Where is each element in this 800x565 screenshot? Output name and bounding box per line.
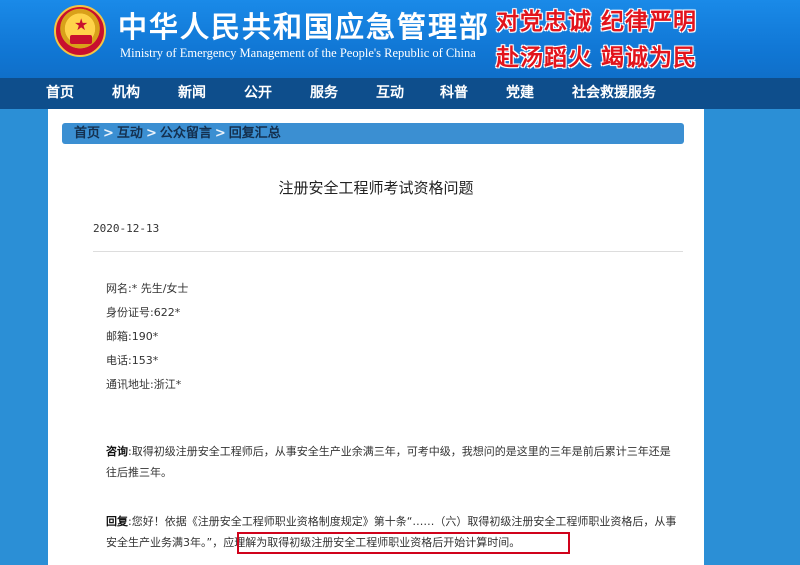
highlight-annotation-box <box>237 532 570 554</box>
info-phone: 电话:153* <box>106 354 159 367</box>
main-nav: 首页 机构 新闻 公开 服务 互动 科普 党建 社会救援服务 <box>0 78 800 109</box>
nav-item-news[interactable]: 新闻 <box>178 78 206 109</box>
question-text: :取得初级注册安全工程师后，从事安全生产业余满三年，可考中级，我想问的是这里的三… <box>106 445 671 479</box>
info-nickname: 网名:* 先生/女士 <box>106 282 189 295</box>
breadcrumb-public-messages[interactable]: 公众留言 <box>160 126 212 141</box>
site-title[interactable]: 中华人民共和国应急管理部 <box>118 4 490 46</box>
info-id-number: 身份证号:622* <box>106 306 181 319</box>
nav-item-home[interactable]: 首页 <box>46 78 74 109</box>
nav-item-party[interactable]: 党建 <box>506 78 534 109</box>
nav-item-rescue-services[interactable]: 社会救援服务 <box>572 78 656 109</box>
reply-label: 回复 <box>106 515 128 528</box>
publish-date: 2020-12-13 <box>93 222 160 235</box>
content-card: 首页 > 互动 > 公众留言 > 回复汇总 注册安全工程师考试资格问题 2020-12-13… <box>48 109 704 565</box>
question-paragraph: 咨询:取得初级注册安全工程师后，从事安全生产业余满三年，可考中级，我想问的是这里… <box>106 441 678 483</box>
site-subtitle: Ministry of Emergency Management of the … <box>120 46 476 60</box>
nav-item-services[interactable]: 服务 <box>310 78 338 109</box>
breadcrumb: 首页 > 互动 > 公众留言 > 回复汇总 <box>62 123 684 144</box>
breadcrumb-separator: > <box>103 126 114 141</box>
info-address: 通讯地址:浙江* <box>106 378 182 391</box>
nav-item-public[interactable]: 公开 <box>244 78 272 109</box>
breadcrumb-separator: > <box>214 126 226 141</box>
nav-item-science[interactable]: 科普 <box>440 78 468 109</box>
star-icon: ★ <box>74 15 89 34</box>
national-emblem-icon[interactable]: ★ <box>54 5 106 57</box>
nav-item-interaction[interactable]: 互动 <box>376 78 404 109</box>
question-label: 咨询 <box>106 445 128 458</box>
breadcrumb-separator: > <box>145 126 157 141</box>
slogan-line-1: 对党忠诚 纪律严明 <box>496 8 698 35</box>
divider <box>93 251 683 252</box>
page-title: 注册安全工程师考试资格问题 <box>278 179 474 197</box>
breadcrumb-home[interactable]: 首页 <box>74 126 100 141</box>
breadcrumb-reply-summary[interactable]: 回复汇总 <box>229 126 281 141</box>
nav-item-organization[interactable]: 机构 <box>112 78 140 109</box>
breadcrumb-interaction[interactable]: 互动 <box>117 126 143 141</box>
emblem-wall-icon <box>70 35 92 44</box>
site-header: ★ 中华人民共和国应急管理部 Ministry of Emergency Man… <box>0 0 800 78</box>
slogan-line-2: 赴汤蹈火 竭诚为民 <box>496 44 698 71</box>
info-email: 邮箱:190* <box>106 330 159 343</box>
